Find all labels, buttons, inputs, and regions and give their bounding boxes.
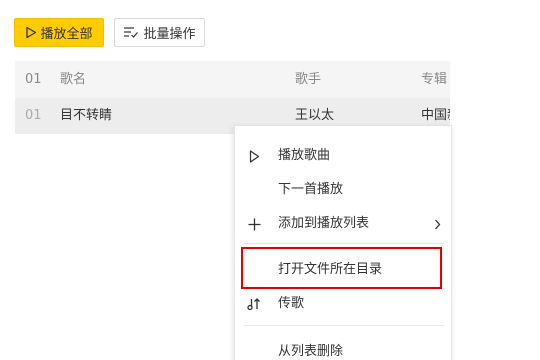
menu-divider [244, 325, 444, 326]
play-all-label: 播放全部 [40, 27, 93, 42]
header-index: 01 [25, 72, 42, 87]
menu-item-label: 下一首播放 [278, 182, 344, 197]
plus-icon [247, 207, 261, 241]
menu-item-add-to-playlist[interactable]: 添加到播放列表 [235, 207, 451, 241]
song-table-header: 01 歌名 歌手 专辑 [15, 61, 450, 98]
menu-item-label: 打开文件所在目录 [278, 262, 383, 277]
menu-item-label: 从列表删除 [278, 344, 344, 359]
play-icon [25, 26, 37, 39]
menu-item-play-song[interactable]: 播放歌曲 [235, 139, 451, 173]
music-player-window: 播放全部 批量操作 01 歌名 歌手 专辑 01 目不转睛 王以太 中国新 [0, 0, 540, 360]
menu-item-label: 添加到播放列表 [278, 216, 370, 231]
header-album[interactable]: 专辑 [421, 61, 447, 98]
row-song-name: 目不转睛 [60, 108, 113, 123]
menu-item-label: 播放歌曲 [278, 148, 331, 163]
transfer-song-icon [247, 287, 261, 321]
row-index: 01 [25, 108, 42, 123]
toolbar: 播放全部 批量操作 [14, 18, 205, 47]
header-artist[interactable]: 歌手 [295, 61, 321, 98]
play-all-button[interactable]: 播放全部 [14, 18, 104, 47]
menu-item-play-next[interactable]: 下一首播放 [235, 173, 451, 207]
chevron-right-icon [434, 207, 441, 241]
batch-list-icon [123, 26, 139, 39]
menu-item-remove-from-list[interactable]: 从列表删除 [235, 335, 451, 360]
context-menu: 播放歌曲 下一首播放 添加到播放列表 打开文件所在目录 传歌 从列表删除 [234, 125, 452, 360]
menu-item-label: 传歌 [278, 296, 305, 311]
header-song-name[interactable]: 歌名 [60, 61, 86, 98]
play-icon [247, 139, 261, 173]
batch-operation-button[interactable]: 批量操作 [114, 18, 205, 47]
menu-divider [244, 243, 444, 244]
batch-operation-label: 批量操作 [143, 27, 196, 42]
menu-item-transfer-song[interactable]: 传歌 [235, 287, 451, 321]
menu-item-open-file-location[interactable]: 打开文件所在目录 [235, 253, 451, 287]
